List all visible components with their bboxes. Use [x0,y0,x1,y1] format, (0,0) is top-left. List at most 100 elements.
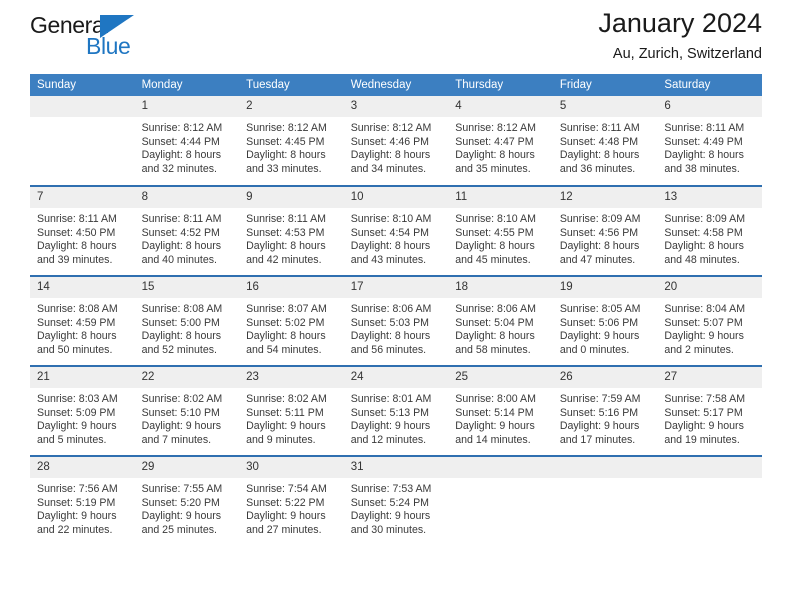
sunset-text: Sunset: 4:58 PM [664,226,743,239]
weekday-header-sunday: Sunday [30,74,135,96]
weekday-header-thursday: Thursday [448,74,553,96]
day-number: 26 [552,367,658,388]
calendar-day-cell[interactable]: 29 Sunrise: 7:55 AM Sunset: 5:20 PM Dayligh… [134,455,240,546]
calendar-day-cell[interactable]: 13 Sunrise: 8:09 AM Sunset: 4:58 PM Dayligh… [657,185,762,276]
calendar-day-cell[interactable]: 30 Sunrise: 7:54 AM Sunset: 5:22 PM Dayligh… [239,455,344,546]
daylight-text-line1: Daylight: 8 hours [246,149,326,162]
sunset-text: Sunset: 4:46 PM [350,135,430,148]
calendar-day-cell[interactable]: 22 Sunrise: 8:02 AM Sunset: 5:10 PM Dayligh… [134,365,240,456]
calendar-day-cell[interactable]: 1 Sunrise: 8:12 AM Sunset: 4:44 PM Daylight… [134,96,240,186]
calendar-day-cell[interactable]: 14 Sunrise: 8:08 AM Sunset: 4:59 PM Dayligh… [30,275,135,366]
sunset-text: Sunset: 4:50 PM [37,226,116,239]
calendar-week-row: 14 Sunrise: 8:08 AM Sunset: 4:59 PM Dayligh… [30,275,762,366]
daylight-text-line1: Daylight: 8 hours [350,330,431,343]
calendar-day-cell[interactable]: 21 Sunrise: 8:03 AM Sunset: 5:09 PM Dayligh… [30,365,135,456]
daylight-text-line1: Daylight: 9 hours [350,510,431,523]
calendar-day-cell[interactable]: 18 Sunrise: 8:06 AM Sunset: 5:04 PM Dayligh… [448,275,553,366]
daylight-text-line2: and 47 minutes. [559,253,636,266]
calendar-day-cell[interactable]: 3 Sunrise: 8:12 AM Sunset: 4:46 PM Daylight… [343,96,449,186]
sunrise-text: Sunrise: 8:11 AM [664,122,745,134]
day-details: Sunrise: 8:05 AM Sunset: 5:06 PM Daylight:… [553,298,658,357]
calendar-day-cell[interactable]: 27 Sunrise: 7:58 AM Sunset: 5:17 PM Dayligh… [657,365,762,456]
calendar-day-cell[interactable]: 12 Sunrise: 8:09 AM Sunset: 4:56 PM Dayligh… [552,185,658,276]
day-details: Sunrise: 8:06 AM Sunset: 5:04 PM Daylight:… [448,298,553,357]
day-number: 2 [239,96,344,117]
sunrise-text: Sunrise: 8:12 AM [350,122,432,134]
daylight-text-line2: and 12 minutes. [350,433,427,446]
calendar-day-cell[interactable]: 2 Sunrise: 8:12 AM Sunset: 4:45 PM Daylight… [239,96,344,186]
sunrise-text: Sunrise: 7:58 AM [664,393,746,405]
calendar-day-cell[interactable]: 8 Sunrise: 8:11 AM Sunset: 4:52 PM Daylight… [134,185,240,276]
calendar-day-cell[interactable]: 11 Sunrise: 8:10 AM Sunset: 4:55 PM Dayligh… [448,185,553,276]
day-details: Sunrise: 7:58 AM Sunset: 5:17 PM Daylight:… [657,388,762,447]
daylight-text-line1: Daylight: 8 hours [141,240,222,253]
calendar-day-cell[interactable]: 19 Sunrise: 8:05 AM Sunset: 5:06 PM Dayligh… [552,275,658,366]
calendar-day-cell[interactable]: 4 Sunrise: 8:12 AM Sunset: 4:47 PM Daylight… [448,96,553,186]
calendar-day-cell[interactable]: 26 Sunrise: 7:59 AM Sunset: 5:16 PM Dayligh… [552,365,658,456]
calendar-day-cell[interactable]: 24 Sunrise: 8:01 AM Sunset: 5:13 PM Dayligh… [343,365,449,456]
day-number: 28 [30,457,135,478]
daylight-text-line2: and 42 minutes. [246,253,322,266]
day-number [552,457,658,478]
sunrise-text: Sunrise: 8:03 AM [37,393,118,405]
sunrise-text: Sunrise: 8:11 AM [37,213,117,225]
calendar-day-cell[interactable]: 5 Sunrise: 8:11 AM Sunset: 4:48 PM Daylight… [552,96,658,186]
daylight-text-line2: and 32 minutes. [141,162,217,175]
daylight-text-line2: and 58 minutes. [455,343,531,356]
sunset-text: Sunset: 5:22 PM [246,496,325,509]
daylight-text-line1: Daylight: 8 hours [141,149,222,162]
daylight-text-line2: and 2 minutes. [664,343,734,356]
day-number [30,96,135,117]
sunrise-text: Sunrise: 8:12 AM [455,122,536,134]
day-details: Sunrise: 8:12 AM Sunset: 4:45 PM Daylight:… [239,117,344,176]
sunrise-text: Sunrise: 8:10 AM [350,213,432,225]
sunset-text: Sunset: 5:04 PM [455,316,534,329]
calendar-day-cell[interactable]: 31 Sunrise: 7:53 AM Sunset: 5:24 PM Dayligh… [343,455,449,546]
sunset-text: Sunset: 5:02 PM [246,316,325,329]
calendar-day-cell[interactable]: 15 Sunrise: 8:08 AM Sunset: 5:00 PM Dayligh… [134,275,240,366]
calendar-day-cell[interactable]: 20 Sunrise: 8:04 AM Sunset: 5:07 PM Dayligh… [657,275,762,366]
sunrise-text: Sunrise: 7:54 AM [246,483,327,495]
sunrise-text: Sunrise: 8:02 AM [246,393,327,405]
calendar-day-cell[interactable]: 9 Sunrise: 8:11 AM Sunset: 4:53 PM Daylight… [239,185,344,276]
daylight-text-line1: Daylight: 9 hours [246,420,326,433]
day-details: Sunrise: 8:07 AM Sunset: 5:02 PM Daylight:… [239,298,344,357]
calendar-day-cell[interactable]: 7 Sunrise: 8:11 AM Sunset: 4:50 PM Daylight… [30,185,135,276]
sunrise-text: Sunrise: 8:06 AM [350,303,432,315]
sunrise-text: Sunrise: 8:11 AM [559,122,640,134]
daylight-text-line2: and 9 minutes. [246,433,316,446]
day-details: Sunrise: 8:10 AM Sunset: 4:54 PM Daylight:… [344,208,449,267]
day-number: 27 [657,367,762,388]
sunrise-text: Sunrise: 8:08 AM [37,303,118,315]
daylight-text-line1: Daylight: 8 hours [664,240,744,253]
daylight-text-line1: Daylight: 8 hours [559,240,640,253]
day-details: Sunrise: 7:56 AM Sunset: 5:19 PM Daylight:… [30,478,135,537]
day-number: 24 [343,367,449,388]
calendar-day-cell[interactable]: 28 Sunrise: 7:56 AM Sunset: 5:19 PM Dayligh… [30,455,135,546]
sunset-text: Sunset: 4:59 PM [37,316,116,329]
brand-logo[interactable]: General Blue [30,12,160,64]
sunset-text: Sunset: 5:10 PM [141,406,220,419]
sunset-text: Sunset: 5:09 PM [37,406,116,419]
sunset-text: Sunset: 4:54 PM [350,226,430,239]
calendar-day-cell[interactable]: 16 Sunrise: 8:07 AM Sunset: 5:02 PM Dayligh… [239,275,344,366]
sunset-text: Sunset: 5:16 PM [559,406,639,419]
day-number: 6 [657,96,762,117]
sunrise-text: Sunrise: 7:56 AM [37,483,118,495]
daylight-text-line2: and 56 minutes. [350,343,427,356]
calendar-day-cell[interactable]: 25 Sunrise: 8:00 AM Sunset: 5:14 PM Dayligh… [448,365,553,456]
calendar-day-cell[interactable]: 6 Sunrise: 8:11 AM Sunset: 4:49 PM Daylight… [657,96,762,186]
calendar-day-cell[interactable]: 10 Sunrise: 8:10 AM Sunset: 4:54 PM Dayligh… [343,185,449,276]
weekday-header-friday: Friday [552,74,658,96]
sunset-text: Sunset: 4:49 PM [664,135,743,148]
day-number: 8 [134,187,240,208]
daylight-text-line1: Daylight: 9 hours [559,420,640,433]
day-details: Sunrise: 8:02 AM Sunset: 5:10 PM Daylight:… [135,388,240,447]
day-number: 10 [343,187,449,208]
sunset-text: Sunset: 5:14 PM [455,406,534,419]
day-number: 17 [343,277,449,298]
day-number: 16 [239,277,344,298]
calendar-day-cell[interactable]: 17 Sunrise: 8:06 AM Sunset: 5:03 PM Dayligh… [343,275,449,366]
calendar-day-cell[interactable]: 23 Sunrise: 8:02 AM Sunset: 5:11 PM Dayligh… [239,365,344,456]
calendar-week-row: 1 Sunrise: 8:12 AM Sunset: 4:44 PM Daylight… [30,96,762,186]
